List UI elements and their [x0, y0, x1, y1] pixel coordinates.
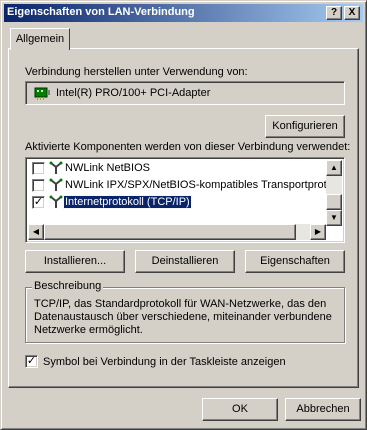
- scroll-thumb[interactable]: [326, 194, 342, 210]
- connect-using-label: Verbindung herstellen unter Verwendung v…: [25, 66, 248, 78]
- uninstall-button[interactable]: Deinstallieren: [135, 250, 235, 273]
- description-line-1: TCP/IP, das Standardprotokoll für WAN-Ne…: [34, 298, 327, 310]
- close-button[interactable]: X: [344, 6, 360, 20]
- window-title: Eigenschaften von LAN-Verbindung: [7, 6, 195, 18]
- network-adapter-icon: [34, 87, 50, 100]
- component-checkbox[interactable]: ✓: [32, 196, 45, 209]
- scroll-up-icon[interactable]: ▲: [326, 160, 342, 176]
- list-item-selected[interactable]: ✓ Internetprotokoll (TCP/IP): [30, 194, 335, 211]
- component-checkbox[interactable]: [32, 179, 45, 192]
- ok-button[interactable]: OK: [202, 398, 278, 421]
- scroll-thumb-horizontal[interactable]: [44, 224, 296, 240]
- vertical-scrollbar[interactable]: ▲ ▼: [326, 160, 342, 226]
- tab-allgemein[interactable]: Allgemein: [10, 28, 70, 50]
- horizontal-scrollbar[interactable]: ◀ ▶: [28, 224, 326, 240]
- description-title: Beschreibung: [32, 280, 104, 292]
- network-component-icon: [49, 195, 63, 208]
- components-list[interactable]: NWLink NetBIOS NWLink IPX/SPX/NetBIOS-ko…: [25, 157, 345, 243]
- components-label: Aktivierte Komponenten werden von dieser…: [25, 141, 351, 153]
- component-label: NWLink IPX/SPX/NetBIOS-kompatibles Trans…: [65, 179, 333, 191]
- component-checkbox[interactable]: [32, 162, 45, 175]
- adapter-name: Intel(R) PRO/100+ PCI-Adapter: [56, 87, 211, 99]
- title-bar[interactable]: Eigenschaften von LAN-Verbindung ? X: [4, 4, 363, 22]
- properties-button[interactable]: Eigenschaften: [245, 250, 345, 273]
- description-line-2: Datenaustausch über verschiedene, mitein…: [34, 311, 332, 323]
- taskbar-icon-label[interactable]: Symbol bei Verbindung in der Taskleiste …: [43, 356, 286, 368]
- properties-dialog: Eigenschaften von LAN-Verbindung ? X All…: [0, 0, 367, 430]
- help-button[interactable]: ?: [326, 6, 342, 20]
- install-button[interactable]: Installieren...: [25, 250, 125, 273]
- network-component-icon: [49, 178, 63, 191]
- component-label: NWLink NetBIOS: [65, 162, 150, 174]
- list-item[interactable]: NWLink IPX/SPX/NetBIOS-kompatibles Trans…: [30, 177, 335, 194]
- network-component-icon: [49, 161, 63, 174]
- configure-button[interactable]: Konfigurieren: [265, 115, 345, 138]
- list-item[interactable]: NWLink NetBIOS: [30, 160, 335, 177]
- component-label: Internetprotokoll (TCP/IP): [63, 195, 192, 209]
- scroll-left-icon[interactable]: ◀: [28, 224, 44, 240]
- cancel-button[interactable]: Abbrechen: [285, 398, 361, 421]
- description-group: Beschreibung TCP/IP, das Standardprotoko…: [25, 280, 345, 343]
- adapter-box: Intel(R) PRO/100+ PCI-Adapter: [25, 81, 345, 105]
- scroll-down-icon[interactable]: ▼: [326, 210, 342, 226]
- description-line-3: Netzwerke ermöglicht.: [34, 324, 143, 336]
- scroll-right-icon[interactable]: ▶: [310, 224, 326, 240]
- taskbar-icon-checkbox[interactable]: ✓: [25, 355, 38, 368]
